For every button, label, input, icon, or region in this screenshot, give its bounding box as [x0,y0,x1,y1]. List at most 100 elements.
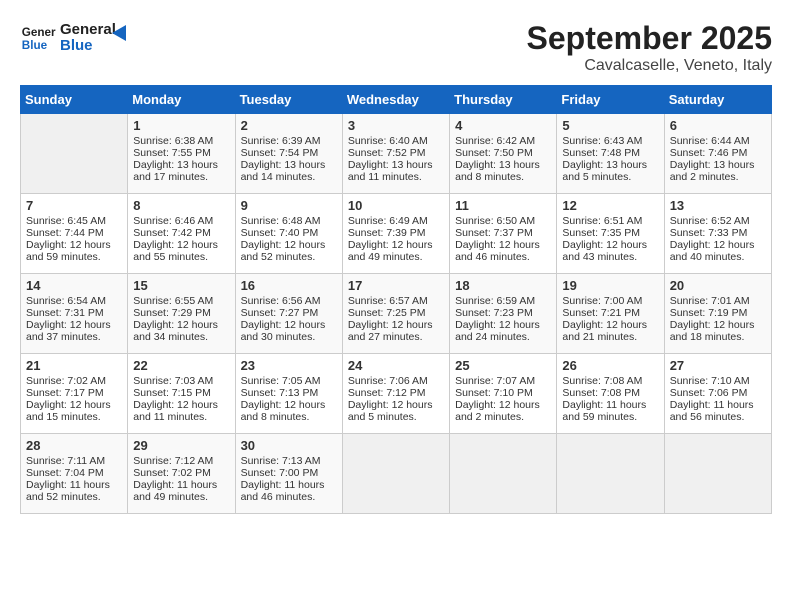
sunset-text: Sunset: 7:40 PM [241,227,337,239]
weekday-header-thursday: Thursday [450,86,557,114]
daylight-text: Daylight: 12 hours and 15 minutes. [26,399,122,423]
weekday-header-wednesday: Wednesday [342,86,449,114]
day-number: 30 [241,438,337,453]
calendar-cell: 27 Sunrise: 7:10 AMSunset: 7:06 PMDayligh… [664,354,771,434]
calendar-cell: 11Sunrise: 6:50 AMSunset: 7:37 PMDayligh… [450,194,557,274]
day-number: 23 [241,358,337,373]
sunset-text: Sunset: 7:04 PM [26,467,122,479]
daylight-text: Daylight: 12 hours and 52 minutes. [241,239,337,263]
day-number: 4 [455,118,551,133]
day-number: 22 [133,358,229,373]
calendar-week-row: 14Sunrise: 6:54 AMSunset: 7:31 PMDayligh… [21,274,772,354]
calendar-cell: 21Sunrise: 7:02 AMSunset: 7:17 PMDayligh… [21,354,128,434]
calendar-cell: 24Sunrise: 7:06 AMSunset: 7:12 PMDayligh… [342,354,449,434]
daylight-text: Daylight: 12 hours and 55 minutes. [133,239,229,263]
sunset-text: Sunset: 7:48 PM [562,147,658,159]
sunrise-text: Sunrise: 6:48 AM [241,215,337,227]
sunrise-text: Sunrise: 6:59 AM [455,295,551,307]
sunset-text: Sunset: 7:44 PM [26,227,122,239]
calendar-cell: 2Sunrise: 6:39 AMSunset: 7:54 PMDaylight… [235,114,342,194]
daylight-text: Daylight: 12 hours and 59 minutes. [26,239,122,263]
daylight-text: Daylight: 12 hours and 18 minutes. [670,319,766,343]
sunset-text: Sunset: 7:19 PM [670,307,766,319]
sunrise-text: Sunrise: 6:44 AM [670,135,766,147]
sunset-text: Sunset: 7:31 PM [26,307,122,319]
calendar-title-area: September 2025 Cavalcaselle, Veneto, Ita… [527,20,772,75]
sunrise-text: Sunrise: 6:46 AM [133,215,229,227]
day-number: 5 [562,118,658,133]
sunset-text: Sunset: 7:21 PM [562,307,658,319]
daylight-text: Daylight: 12 hours and 34 minutes. [133,319,229,343]
sunrise-text: Sunrise: 7:07 AM [455,375,551,387]
sunset-text: Sunset: 7:13 PM [241,387,337,399]
sunrise-text: Sunrise: 7:08 AM [562,375,658,387]
sunset-text: Sunset: 7:00 PM [241,467,337,479]
day-number: 6 [670,118,766,133]
sunrise-text: Sunrise: 6:56 AM [241,295,337,307]
day-number: 8 [133,198,229,213]
sunrise-text: Sunrise: 7:05 AM [241,375,337,387]
logo-general: General [60,22,116,39]
daylight-text: Daylight: 12 hours and 27 minutes. [348,319,444,343]
daylight-text: Daylight: 13 hours and 14 minutes. [241,159,337,183]
sunset-text: Sunset: 7:52 PM [348,147,444,159]
weekday-header-friday: Friday [557,86,664,114]
calendar-cell [450,434,557,514]
daylight-text: Daylight: 11 hours and 52 minutes. [26,479,122,503]
daylight-text: Daylight: 11 hours and 46 minutes. [241,479,337,503]
sunrise-text: Sunrise: 7:10 AM [670,375,766,387]
calendar-cell [21,114,128,194]
day-number: 17 [348,278,444,293]
calendar-cell: 13Sunrise: 6:52 AMSunset: 7:33 PMDayligh… [664,194,771,274]
sunrise-text: Sunrise: 7:12 AM [133,455,229,467]
sunrise-text: Sunrise: 7:13 AM [241,455,337,467]
daylight-text: Daylight: 11 hours and 49 minutes. [133,479,229,503]
sunset-text: Sunset: 7:23 PM [455,307,551,319]
sunset-text: Sunset: 7:27 PM [241,307,337,319]
sunrise-text: Sunrise: 7:00 AM [562,295,658,307]
calendar-cell [342,434,449,514]
calendar-cell [664,434,771,514]
sunset-text: Sunset: 7:46 PM [670,147,766,159]
weekday-header-tuesday: Tuesday [235,86,342,114]
sunrise-text: Sunrise: 6:45 AM [26,215,122,227]
calendar-cell: 7Sunrise: 6:45 AMSunset: 7:44 PMDaylight… [21,194,128,274]
sunrise-text: Sunrise: 6:50 AM [455,215,551,227]
sunset-text: Sunset: 7:42 PM [133,227,229,239]
day-number: 13 [670,198,766,213]
sunrise-text: Sunrise: 7:03 AM [133,375,229,387]
daylight-text: Daylight: 13 hours and 11 minutes. [348,159,444,183]
day-number: 11 [455,198,551,213]
month-title: September 2025 [527,20,772,57]
calendar-cell: 29Sunrise: 7:12 AMSunset: 7:02 PMDayligh… [128,434,235,514]
weekday-header-monday: Monday [128,86,235,114]
daylight-text: Daylight: 12 hours and 43 minutes. [562,239,658,263]
sunrise-text: Sunrise: 6:39 AM [241,135,337,147]
daylight-text: Daylight: 11 hours and 59 minutes. [562,399,658,423]
weekday-header-saturday: Saturday [664,86,771,114]
sunrise-text: Sunrise: 6:40 AM [348,135,444,147]
day-number: 15 [133,278,229,293]
sunset-text: Sunset: 7:17 PM [26,387,122,399]
sunrise-text: Sunrise: 6:42 AM [455,135,551,147]
day-number: 3 [348,118,444,133]
day-number: 26 [562,358,658,373]
calendar-cell: 26Sunrise: 7:08 AMSunset: 7:08 PMDayligh… [557,354,664,434]
logo-blue: Blue [60,38,116,55]
sunset-text: Sunset: 7:06 PM [670,387,766,399]
day-number: 14 [26,278,122,293]
calendar-cell [557,434,664,514]
day-number: 28 [26,438,122,453]
day-number: 1 [133,118,229,133]
day-number: 2 [241,118,337,133]
day-number: 27 [670,358,766,373]
sunset-text: Sunset: 7:15 PM [133,387,229,399]
location-title: Cavalcaselle, Veneto, Italy [527,57,772,75]
calendar-cell: 16Sunrise: 6:56 AMSunset: 7:27 PMDayligh… [235,274,342,354]
daylight-text: Daylight: 11 hours and 56 minutes. [670,399,766,423]
daylight-text: Daylight: 12 hours and 40 minutes. [670,239,766,263]
calendar-cell: 18Sunrise: 6:59 AMSunset: 7:23 PMDayligh… [450,274,557,354]
sunset-text: Sunset: 7:10 PM [455,387,551,399]
weekday-header-row: SundayMondayTuesdayWednesdayThursdayFrid… [21,86,772,114]
sunrise-text: Sunrise: 6:55 AM [133,295,229,307]
